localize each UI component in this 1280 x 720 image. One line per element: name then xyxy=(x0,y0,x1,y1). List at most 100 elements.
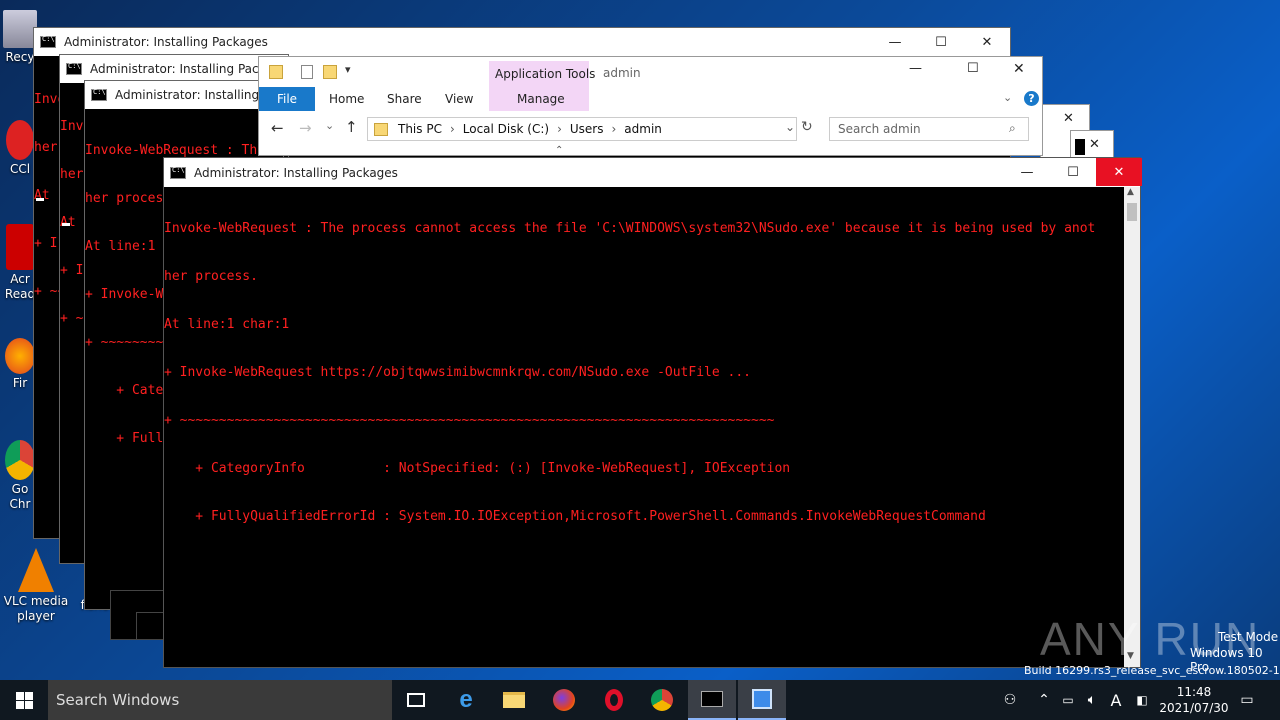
close-button[interactable]: ✕ xyxy=(964,28,1010,56)
refresh-icon[interactable]: ↻ xyxy=(801,119,813,135)
chevron-right-icon[interactable]: › xyxy=(450,122,455,136)
chevron-down-icon[interactable]: ▾ xyxy=(345,63,351,76)
taskbar-chrome[interactable] xyxy=(638,680,686,720)
breadcrumb-local-disk[interactable]: Local Disk (C:) xyxy=(463,122,549,136)
tab-file[interactable]: File xyxy=(259,87,315,111)
ribbon-expand-icon[interactable]: ⌄ xyxy=(1003,91,1012,104)
cursor xyxy=(36,198,44,201)
close-icon[interactable]: ✕ xyxy=(1063,111,1074,126)
help-icon[interactable]: ? xyxy=(1024,91,1039,106)
close-icon[interactable]: ✕ xyxy=(1089,137,1100,152)
breadcrumb-admin[interactable]: admin xyxy=(624,122,662,136)
quick-access-toolbar[interactable]: ▾ xyxy=(269,63,369,81)
console-line: Invoke-WebRequest : The process cannot a… xyxy=(164,221,1096,236)
search-input[interactable]: Search admin xyxy=(829,117,1029,141)
tab-manage[interactable]: Manage xyxy=(503,87,579,111)
clock-time: 11:48 xyxy=(1176,685,1212,699)
volume-icon[interactable]: 🔈︎ xyxy=(1080,680,1104,720)
chevron-right-icon[interactable]: › xyxy=(557,122,562,136)
taskbar: Search Windows e ⚇ ⌃ ▭ 🔈︎ A ◧ 11:48 2021… xyxy=(0,680,1280,720)
back-arrow-icon[interactable]: ← xyxy=(271,119,284,137)
breadcrumb-users[interactable]: Users xyxy=(570,122,604,136)
title-bar[interactable]: Administrator: Installing Packag xyxy=(60,55,288,83)
maximize-button[interactable]: ☐ xyxy=(918,28,964,56)
taskbar-file-explorer[interactable] xyxy=(490,680,538,720)
properties-icon[interactable] xyxy=(301,65,313,79)
network-icon[interactable]: ▭ xyxy=(1056,680,1080,720)
taskbar-firefox[interactable] xyxy=(540,680,588,720)
forward-arrow-icon[interactable]: → xyxy=(299,119,312,137)
acrobat-reader-icon xyxy=(6,224,34,270)
clock[interactable]: 11:48 2021/07/30 xyxy=(1158,680,1230,720)
contextual-group-label: Application Tools xyxy=(495,67,596,81)
close-button[interactable]: ✕ xyxy=(1096,158,1142,186)
recent-locations-icon[interactable]: ⌄ xyxy=(325,119,334,132)
ime-mode-icon[interactable]: ◧ xyxy=(1130,680,1154,720)
clock-date: 2021/07/30 xyxy=(1159,701,1229,715)
minimize-button[interactable]: — xyxy=(909,61,922,76)
edge-icon: e xyxy=(459,686,473,713)
ccleaner-icon xyxy=(6,120,34,160)
address-dropdown-icon[interactable]: ⌄ xyxy=(785,120,795,134)
desktop-icon-firefox[interactable]: Fir xyxy=(4,338,36,391)
search-placeholder: Search Windows xyxy=(56,691,180,709)
window-shadow-edge xyxy=(136,612,164,640)
window-title: Administrator: Installing Packages xyxy=(64,35,268,49)
ime-indicator[interactable]: A xyxy=(1104,680,1128,720)
task-view-button[interactable] xyxy=(392,680,440,720)
folder-icon xyxy=(374,122,388,136)
minimize-button[interactable]: — xyxy=(872,28,918,56)
desktop-icon-chrome[interactable]: Go Chr xyxy=(4,440,36,512)
vertical-scrollbar[interactable]: ▲ ▼ xyxy=(1124,187,1140,667)
tab-share[interactable]: Share xyxy=(373,87,436,111)
chevron-right-icon[interactable]: › xyxy=(611,122,616,136)
start-button[interactable] xyxy=(0,680,48,720)
desktop-icon-ccleaner[interactable]: CCl xyxy=(4,120,36,177)
cmd-icon xyxy=(91,88,107,101)
file-explorer-window[interactable]: ▾ Application Tools admin — ☐ ✕ File Hom… xyxy=(258,56,1043,156)
taskbar-edge[interactable]: e xyxy=(442,680,490,720)
new-folder-icon[interactable] xyxy=(323,65,337,79)
people-icon[interactable]: ⚇ xyxy=(996,680,1024,720)
search-icon[interactable]: ⌕ xyxy=(1009,121,1016,136)
tab-home[interactable]: Home xyxy=(315,87,378,111)
recycle-bin-icon xyxy=(3,10,37,48)
up-arrow-icon[interactable]: ↑ xyxy=(345,118,358,136)
console-line: her process. xyxy=(164,269,258,284)
console-line: + Invoke-WebRequest https://objtqwwsimib… xyxy=(164,365,751,380)
tab-view[interactable]: View xyxy=(431,87,487,111)
window-title: admin xyxy=(603,66,641,80)
scroll-thumb[interactable] xyxy=(1127,203,1137,221)
folder-icon xyxy=(269,65,283,79)
maximize-button[interactable]: ☐ xyxy=(967,61,979,76)
desktop-icon-acrobat[interactable]: Acr Read xyxy=(4,224,36,302)
maximize-button[interactable]: ☐ xyxy=(1050,158,1096,186)
search-placeholder: Search admin xyxy=(838,122,921,136)
console-icon xyxy=(701,691,723,707)
window-title: Administrator: Installing Packages xyxy=(194,165,398,180)
breadcrumb-this-pc[interactable]: This PC xyxy=(398,122,442,136)
firefox-icon xyxy=(553,689,575,711)
console-line: + ~~~~~~~~~~~~~~~~~~~~~~~~~~~~~~~~~~~~~~… xyxy=(164,413,775,428)
window-title: Administrator: Installing P xyxy=(115,88,271,102)
console-window-active[interactable]: Administrator: Installing Packages — ☐ ✕… xyxy=(163,157,1142,668)
cmd-icon xyxy=(170,166,186,179)
taskbar-installer[interactable] xyxy=(738,680,786,720)
minimize-button[interactable]: — xyxy=(1004,158,1050,186)
console-line: + CategoryInfo : NotSpecified: (:) [Invo… xyxy=(164,461,791,476)
close-button[interactable]: ✕ xyxy=(1013,61,1025,77)
console-line: At line:1 char:1 xyxy=(164,317,290,332)
task-view-icon xyxy=(407,693,425,707)
address-bar[interactable]: This PC › Local Disk (C:) › Users › admi… xyxy=(367,117,797,141)
title-bar[interactable]: Administrator: Installing P xyxy=(85,81,283,109)
tray-chevron-icon[interactable]: ⌃ xyxy=(1034,680,1054,720)
taskbar-opera[interactable] xyxy=(590,680,638,720)
vlc-icon xyxy=(18,548,54,592)
column-sort-icon[interactable]: ⌃ xyxy=(555,145,563,155)
title-bar[interactable]: Administrator: Installing Packages xyxy=(34,28,1010,56)
action-center-icon[interactable]: ▭ xyxy=(1232,680,1262,720)
taskbar-console[interactable] xyxy=(688,680,736,720)
taskbar-search-box[interactable]: Search Windows xyxy=(48,680,392,720)
scroll-up-icon[interactable]: ▲ xyxy=(1127,187,1134,197)
title-bar[interactable]: Administrator: Installing Packages xyxy=(164,158,1140,187)
